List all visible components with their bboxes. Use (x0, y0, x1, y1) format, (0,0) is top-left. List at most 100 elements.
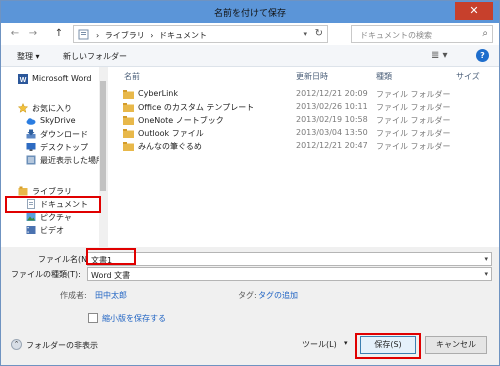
filetype-label: ファイルの種類(T): (11, 270, 81, 279)
folder-icon (123, 103, 134, 112)
nav-item-label: お気に入り (32, 104, 72, 113)
column-header-date[interactable]: 更新日時 (296, 71, 328, 82)
column-header-name[interactable]: 名前 (124, 71, 140, 82)
library-icon (18, 186, 28, 196)
file-row[interactable]: Outlook ファイル 2013/03/04 13:50 ファイル フォルダー (108, 127, 499, 140)
filetype-select[interactable]: Word 文書 ▾ (87, 267, 492, 281)
file-row[interactable]: Office のカスタム テンプレート 2013/02/26 10:11 ファイ… (108, 101, 499, 114)
search-input[interactable]: ドキュメントの検索 ⌕ (351, 25, 493, 43)
save-thumbnail-checkbox[interactable] (88, 313, 98, 323)
nav-item-label: SkyDrive (40, 116, 76, 125)
organize-button[interactable]: 整理 ▾ (17, 51, 40, 62)
save-form: ファイル名(N): 文書1 ▾ ファイルの種類(T): Word 文書 ▾ 作成… (1, 247, 499, 365)
address-row: ← → ↑ › ライブラリ › ドキュメント ▾ ↻ ドキュメントの検索 ⌕ (1, 23, 499, 45)
nav-scrollbar[interactable] (99, 67, 107, 247)
search-icon[interactable]: ⌕ (482, 28, 488, 39)
chevron-down-icon: ▾ (344, 339, 348, 347)
file-date: 2012/12/21 20:09 (296, 89, 368, 98)
pictures-icon (26, 213, 36, 221)
file-name: Office のカスタム テンプレート (138, 103, 255, 112)
word-icon: W (18, 74, 28, 84)
breadcrumb-libraries[interactable]: ライブラリ (105, 31, 145, 40)
breadcrumb-separator: › (96, 31, 100, 40)
forward-arrow-icon[interactable]: → (27, 27, 39, 41)
view-options-icon[interactable]: ≣ ▾ (431, 50, 448, 61)
nav-item-videos[interactable]: ビデオ (1, 224, 106, 237)
hide-folders-label: フォルダーの非表示 (26, 341, 98, 350)
nav-item-downloads[interactable]: ダウンロード (1, 128, 106, 141)
breadcrumb-separator: › (150, 31, 154, 40)
nav-item-label: デスクトップ (40, 143, 88, 152)
file-type: ファイル フォルダー (376, 142, 451, 151)
folder-icon (123, 129, 134, 138)
file-type: ファイル フォルダー (376, 90, 451, 99)
folder-icon (123, 90, 134, 99)
recent-places-icon (26, 155, 36, 165)
author-label: 作成者: (60, 291, 87, 300)
cancel-button[interactable]: キャンセル (425, 336, 487, 354)
hide-folders-button[interactable]: ⌃ フォルダーの非表示 (11, 339, 101, 353)
highlight-box-documents (5, 196, 101, 213)
file-type: ファイル フォルダー (376, 129, 451, 138)
cloud-icon (26, 118, 36, 125)
file-name: OneNote ノートブック (138, 116, 224, 125)
help-icon[interactable]: ? (476, 49, 489, 62)
file-name: みんなの筆ぐるめ (138, 142, 202, 151)
nav-item-label: 最近表示した場所 (40, 156, 104, 165)
nav-item-label: ビデオ (40, 226, 64, 235)
navigation-pane: W Microsoft Word お気に入り SkyDrive ダウンロード デ… (1, 67, 106, 247)
command-bar: 整理 ▾ 新しいフォルダー ≣ ▾ ? (1, 45, 499, 67)
star-icon (18, 103, 28, 113)
file-type: ファイル フォルダー (376, 103, 451, 112)
nav-item-label: ダウンロード (40, 130, 88, 139)
author-value[interactable]: 田中太郎 (95, 290, 127, 301)
title-bar: 名前を付けて保存 ✕ (1, 1, 499, 23)
column-header-type[interactable]: 種類 (376, 71, 392, 82)
tags-value[interactable]: タグの追加 (258, 290, 298, 301)
up-arrow-icon[interactable]: ↑ (53, 27, 65, 41)
file-row[interactable]: OneNote ノートブック 2013/02/19 10:58 ファイル フォル… (108, 114, 499, 127)
nav-item-skydrive[interactable]: SkyDrive (1, 115, 106, 128)
chevron-down-icon[interactable]: ▾ (303, 30, 307, 38)
chevron-down-icon[interactable]: ▾ (484, 270, 488, 278)
download-icon (26, 129, 36, 139)
refresh-icon[interactable]: ↻ (315, 28, 323, 39)
folder-icon (123, 142, 134, 151)
breadcrumb-documents[interactable]: ドキュメント (159, 31, 207, 40)
breadcrumb: › ライブラリ › ドキュメント (96, 30, 210, 41)
search-placeholder: ドキュメントの検索 (360, 31, 432, 40)
file-row[interactable]: CyberLink 2012/12/21 20:09 ファイル フォルダー (108, 88, 499, 101)
nav-scrollbar-thumb[interactable] (100, 81, 106, 191)
filename-field[interactable]: 文書1 ▾ (87, 252, 492, 266)
desktop-icon (26, 143, 36, 151)
address-bar[interactable]: › ライブラリ › ドキュメント ▾ ↻ (73, 25, 328, 43)
file-type: ファイル フォルダー (376, 116, 451, 125)
file-row[interactable]: みんなの筆ぐるめ 2012/12/21 20:47 ファイル フォルダー (108, 140, 499, 153)
nav-item-recent-places[interactable]: 最近表示した場所 (1, 154, 106, 167)
nav-item-label: Microsoft Word (32, 74, 92, 83)
file-date: 2013/03/04 13:50 (296, 128, 368, 137)
save-thumbnail-label[interactable]: 縮小版を保存する (102, 313, 166, 324)
nav-item-desktop[interactable]: デスクトップ (1, 141, 106, 154)
filetype-value: Word 文書 (91, 271, 131, 280)
videos-icon (26, 226, 36, 234)
tags-label: タグ: (238, 291, 257, 300)
tools-label: ツール(L) (302, 340, 337, 349)
new-folder-button[interactable]: 新しいフォルダー (63, 51, 127, 62)
file-date: 2012/12/21 20:47 (296, 141, 368, 150)
chevron-down-icon[interactable]: ▾ (484, 255, 488, 263)
file-list: 名前 更新日時 種類 サイズ CyberLink 2012/12/21 20:0… (108, 67, 499, 247)
file-date: 2013/02/19 10:58 (296, 115, 368, 124)
folder-icon (123, 116, 134, 125)
column-header-size[interactable]: サイズ (456, 71, 480, 82)
file-date: 2013/02/26 10:11 (296, 102, 368, 111)
file-name: CyberLink (138, 89, 178, 98)
back-arrow-icon[interactable]: ← (9, 27, 21, 41)
close-button[interactable]: ✕ (455, 2, 493, 20)
nav-item-favorites[interactable]: お気に入り (1, 102, 106, 115)
nav-item-microsoft-word[interactable]: W Microsoft Word (1, 73, 106, 86)
tools-button[interactable]: ツール(L) ▾ (302, 338, 354, 352)
highlight-box-save (355, 333, 421, 359)
svg-text:W: W (20, 77, 27, 84)
save-as-dialog: 名前を付けて保存 ✕ ← → ↑ › ライブラリ › ドキュメント ▾ ↻ ドキ… (0, 0, 500, 366)
